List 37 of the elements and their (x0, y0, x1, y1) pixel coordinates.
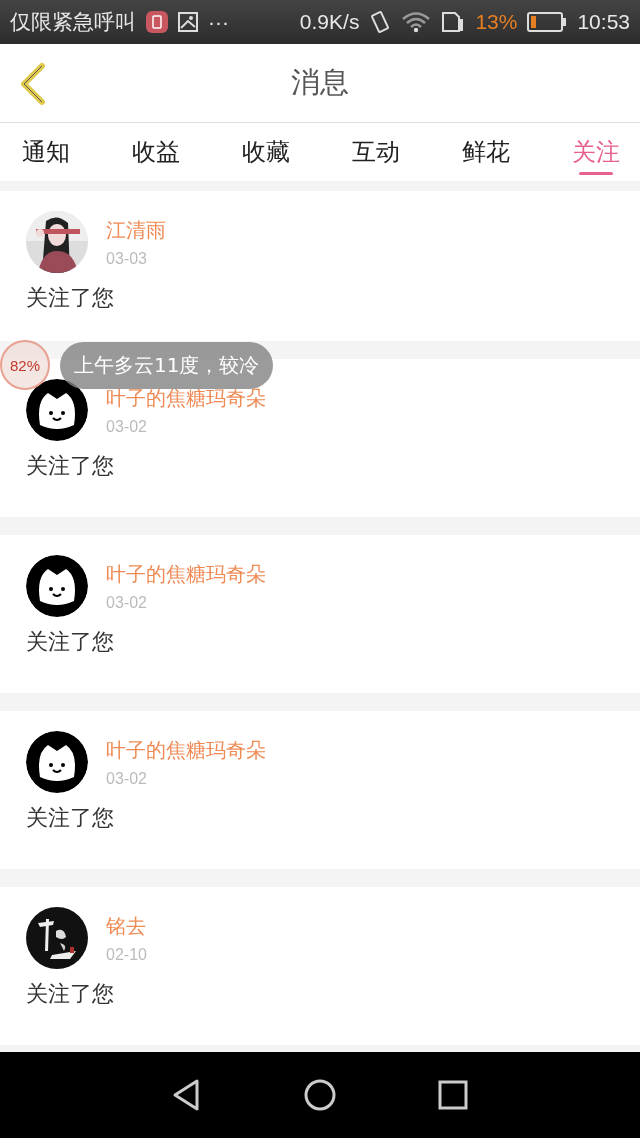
sim-icon (441, 11, 466, 33)
message-text: 关注了您 (26, 628, 115, 656)
user-name[interactable]: 江清雨 (106, 216, 166, 244)
message-date: 03-02 (106, 593, 148, 612)
tab[interactable]: 收藏 (234, 123, 298, 181)
back-button[interactable] (18, 62, 48, 106)
tab[interactable]: 收益 (124, 123, 188, 181)
notification-icon (146, 11, 168, 33)
battery-percent: 13% (475, 10, 518, 34)
tab[interactable]: 互动 (344, 123, 408, 181)
more-text: ··· (208, 10, 229, 34)
clock: 10:53 (577, 10, 630, 34)
carrier-text: 仅限紧急呼叫 (10, 9, 136, 35)
page-title: 消息 (291, 64, 349, 101)
vibrate-icon (369, 10, 392, 34)
message-text: 关注了您 (26, 452, 115, 480)
image-icon (178, 12, 198, 32)
message-text: 关注了您 (26, 804, 115, 832)
message-text: 关注了您 (26, 284, 115, 312)
cat-avatar-icon (26, 731, 88, 793)
message-date: 03-02 (106, 417, 148, 436)
battery-icon (527, 12, 568, 32)
cat-avatar-icon (26, 379, 88, 441)
user-name[interactable]: 叶子的焦糖玛奇朵 (106, 560, 266, 588)
wifi-icon (401, 11, 432, 33)
user-name[interactable]: 叶子的焦糖玛奇朵 (106, 736, 266, 764)
message-text: 关注了您 (26, 980, 115, 1008)
message-date: 03-03 (106, 249, 148, 268)
weather-bubble: 上午多云11度，较冷 (60, 341, 274, 389)
message-date: 03-02 (106, 769, 148, 788)
network-speed: 0.9K/s (299, 10, 360, 34)
cat-avatar-icon (26, 555, 88, 617)
message-date: 02-10 (106, 945, 147, 964)
tab[interactable]: 鲜花 (454, 123, 518, 181)
user-name[interactable]: 铭去 (106, 912, 147, 940)
tab[interactable]: 关注 (564, 123, 628, 181)
tab[interactable]: 通知 (14, 123, 78, 181)
